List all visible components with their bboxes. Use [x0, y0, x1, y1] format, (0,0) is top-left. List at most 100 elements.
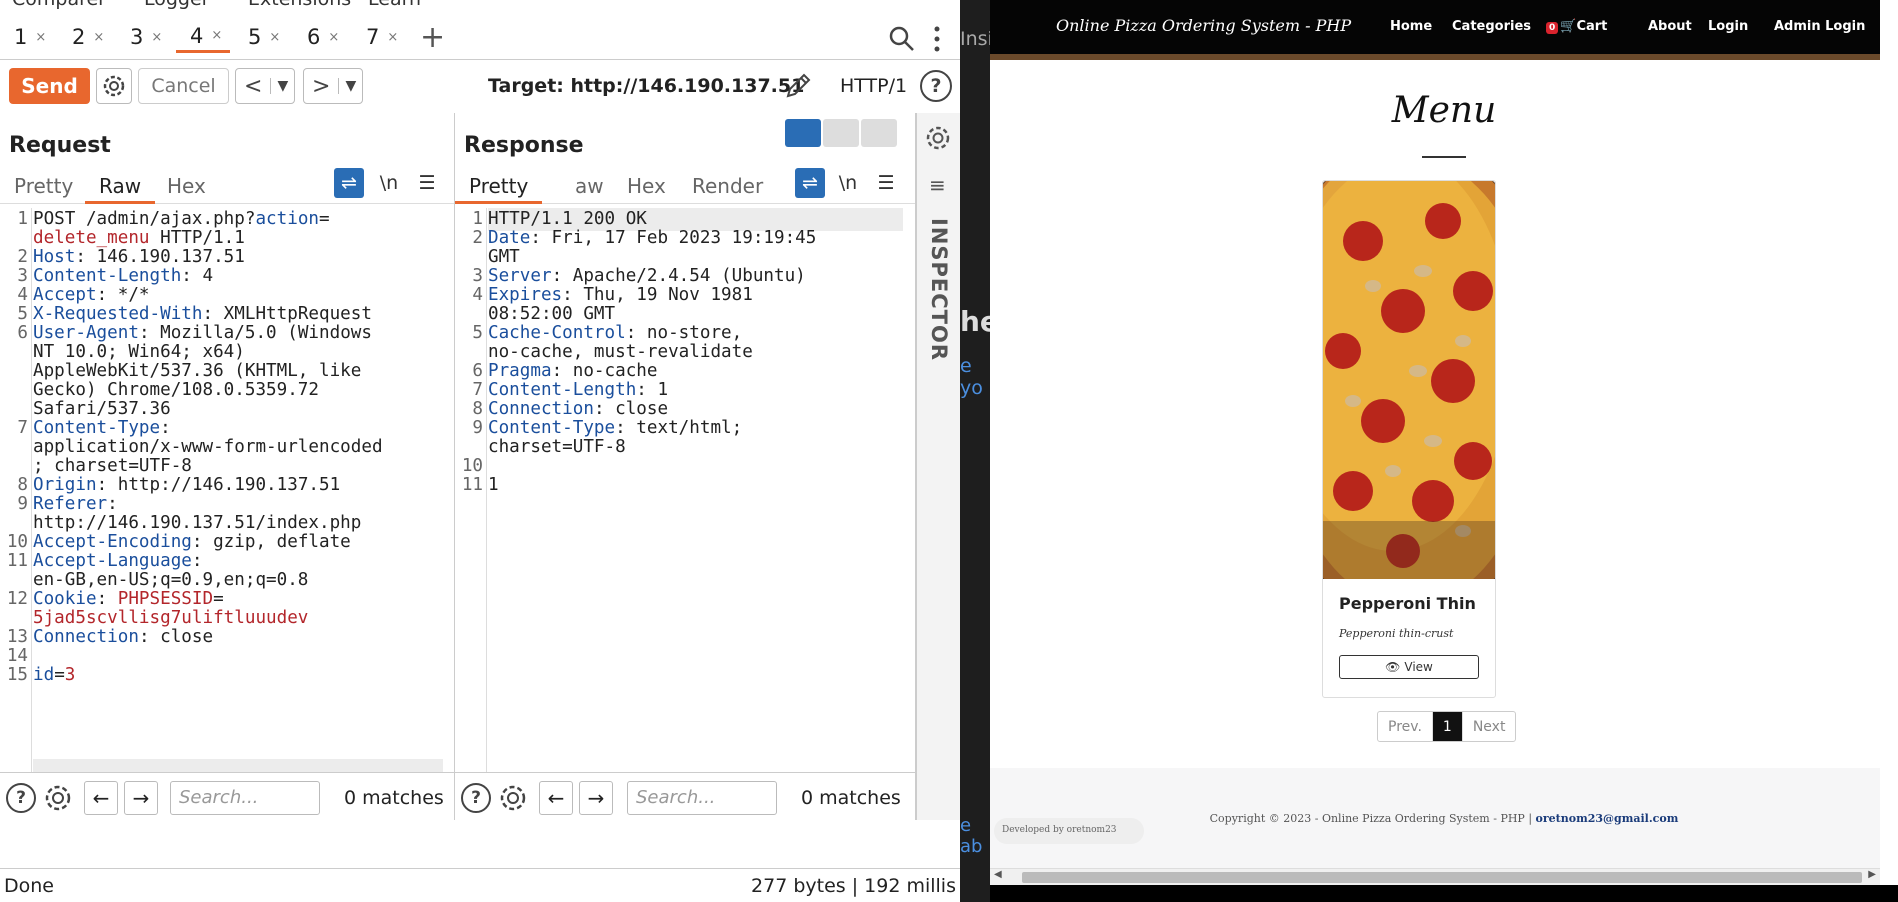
arrow-right-icon[interactable]: → [579, 781, 613, 815]
email-link[interactable]: oretnom23@gmail.com [1536, 812, 1679, 825]
nav-admin-login[interactable]: Admin Login [1774, 19, 1865, 34]
code-text: application/x-www-form-urlencoded [33, 437, 383, 457]
target-label: Target: http://146.190.137.51 [488, 75, 805, 97]
request-search-input[interactable]: Search... [170, 781, 320, 815]
tab-6[interactable]: 6 × [293, 21, 339, 53]
tab-2[interactable]: 2 × [58, 21, 104, 53]
tab-4[interactable]: 4 × [176, 21, 231, 53]
tab-raw[interactable]: aw [561, 174, 618, 204]
horizontal-scrollbar[interactable]: ◀ ▶ [990, 868, 1880, 885]
tab-7[interactable]: 7 × [352, 21, 398, 53]
close-icon[interactable]: × [93, 30, 104, 45]
hamburger-menu-icon[interactable]: ☰ [871, 168, 901, 198]
menu-learn[interactable]: Learn [368, 0, 421, 10]
code-line[interactable]: id=3 [33, 664, 75, 687]
nav-home[interactable]: Home [1390, 19, 1432, 34]
help-icon[interactable]: ? [461, 783, 491, 813]
close-icon[interactable]: × [269, 30, 280, 45]
top-bottom-layout-button[interactable] [823, 119, 859, 147]
copyright-label: Copyright © 2023 - Online Pizza Ordering… [1209, 812, 1533, 825]
menu-logger[interactable]: Logger [144, 0, 210, 10]
gear-icon[interactable] [497, 782, 529, 818]
code-line[interactable]: Connection: close [33, 626, 213, 649]
tab-raw[interactable]: Raw [85, 174, 156, 204]
filter-icon[interactable]: ≡ [929, 173, 946, 197]
newline-toggle[interactable]: \n [833, 168, 863, 198]
code-text: NT 10.0; Win64; x64) [33, 342, 245, 362]
header-name: Connection [33, 627, 139, 647]
tab-hex[interactable]: Hex [613, 174, 680, 204]
scroll-left-icon[interactable]: ◀ [994, 869, 1002, 880]
nav-login[interactable]: Login [1708, 19, 1748, 34]
menu-comparer[interactable]: Comparer [12, 0, 106, 10]
help-icon[interactable]: ? [920, 70, 952, 102]
tab-1[interactable]: 1 × [0, 21, 46, 53]
line-number: 15 [6, 665, 28, 685]
menu-item-card: Pepperoni Thin Pepperoni thin-crust 👁 Vie… [1322, 180, 1496, 698]
code-line[interactable]: charset=UTF-8 [488, 436, 626, 459]
close-icon[interactable]: × [387, 30, 398, 45]
menu-extensions[interactable]: Extensions [248, 0, 351, 10]
chevron-right-icon[interactable]: > [304, 74, 338, 99]
cancel-button[interactable]: Cancel [138, 68, 229, 104]
close-icon[interactable]: × [35, 30, 46, 45]
inspector-panel[interactable]: ≡ INSPECTOR [916, 113, 960, 820]
close-icon[interactable]: × [151, 30, 162, 45]
tab-pretty[interactable]: Pretty [455, 174, 543, 204]
next-page-button[interactable]: Next [1463, 712, 1516, 741]
send-button[interactable]: Send [9, 68, 90, 104]
site-brand[interactable]: Online Pizza Ordering System - PHP [1056, 16, 1351, 35]
chevron-down-icon[interactable]: ▼ [338, 78, 362, 94]
view-button[interactable]: 👁 View [1339, 655, 1479, 679]
code-line[interactable]: Date: Fri, 17 Feb 2023 19:19:45 [488, 227, 816, 250]
help-icon[interactable]: ? [6, 783, 36, 813]
tab-hex[interactable]: Hex [153, 174, 220, 204]
single-pane-layout-button[interactable] [861, 119, 897, 147]
code-text: : text/html; [615, 418, 743, 438]
prev-page-button[interactable]: Prev. [1378, 712, 1433, 741]
gear-icon[interactable] [923, 123, 953, 157]
close-icon[interactable]: × [328, 30, 339, 45]
back-nav-group[interactable]: < ▼ [235, 68, 296, 104]
close-icon[interactable]: × [211, 28, 222, 43]
http-version-toggle[interactable]: HTTP/1 [840, 75, 907, 97]
response-search-input[interactable]: Search... [627, 781, 777, 815]
add-tab-button[interactable]: + [406, 20, 445, 55]
nav-categories[interactable]: Categories [1452, 19, 1531, 34]
scrollbar-thumb[interactable] [1022, 872, 1862, 883]
header-name: User-Agent [33, 323, 139, 343]
arrow-left-icon[interactable]: ← [84, 781, 118, 815]
chevron-left-icon[interactable]: < [236, 74, 270, 99]
word-wrap-icon[interactable]: ⇌ [334, 168, 364, 198]
page-1-button[interactable]: 1 [1432, 712, 1463, 741]
edit-target-icon[interactable] [782, 70, 814, 106]
newline-toggle[interactable]: \n [374, 168, 404, 198]
status-bar: Done 277 bytes | 192 millis [0, 868, 960, 902]
tab-pretty[interactable]: Pretty [0, 174, 87, 204]
more-options-icon[interactable] [933, 25, 941, 57]
tab-3[interactable]: 3 × [116, 21, 162, 53]
tab-5[interactable]: 5 × [234, 21, 280, 53]
header-name: action [255, 209, 320, 229]
arrow-right-icon[interactable]: → [124, 781, 158, 815]
hamburger-menu-icon[interactable]: ☰ [412, 168, 442, 198]
header-name: Connection [488, 399, 594, 419]
card-description: Pepperoni thin-crust [1339, 627, 1454, 640]
scroll-right-icon[interactable]: ▶ [1868, 869, 1876, 880]
code-line[interactable]: 1 [488, 474, 499, 497]
search-icon[interactable] [888, 25, 916, 57]
code-text: charset=UTF-8 [488, 437, 626, 457]
side-by-side-layout-button[interactable] [785, 119, 821, 147]
nav-cart[interactable]: 0 🛒Cart [1546, 19, 1607, 34]
arrow-left-icon[interactable]: ← [539, 781, 573, 815]
gear-icon[interactable] [42, 782, 74, 818]
chevron-down-icon[interactable]: ▼ [270, 78, 294, 94]
settings-button[interactable] [96, 68, 132, 104]
word-wrap-icon[interactable]: ⇌ [795, 168, 825, 198]
line-number: 11 [461, 475, 483, 495]
line-number: 9 [472, 418, 483, 438]
inspector-label[interactable]: INSPECTOR [927, 218, 951, 361]
tab-render[interactable]: Render [678, 174, 777, 204]
forward-nav-group[interactable]: > ▼ [303, 68, 364, 104]
nav-about[interactable]: About [1648, 19, 1692, 34]
